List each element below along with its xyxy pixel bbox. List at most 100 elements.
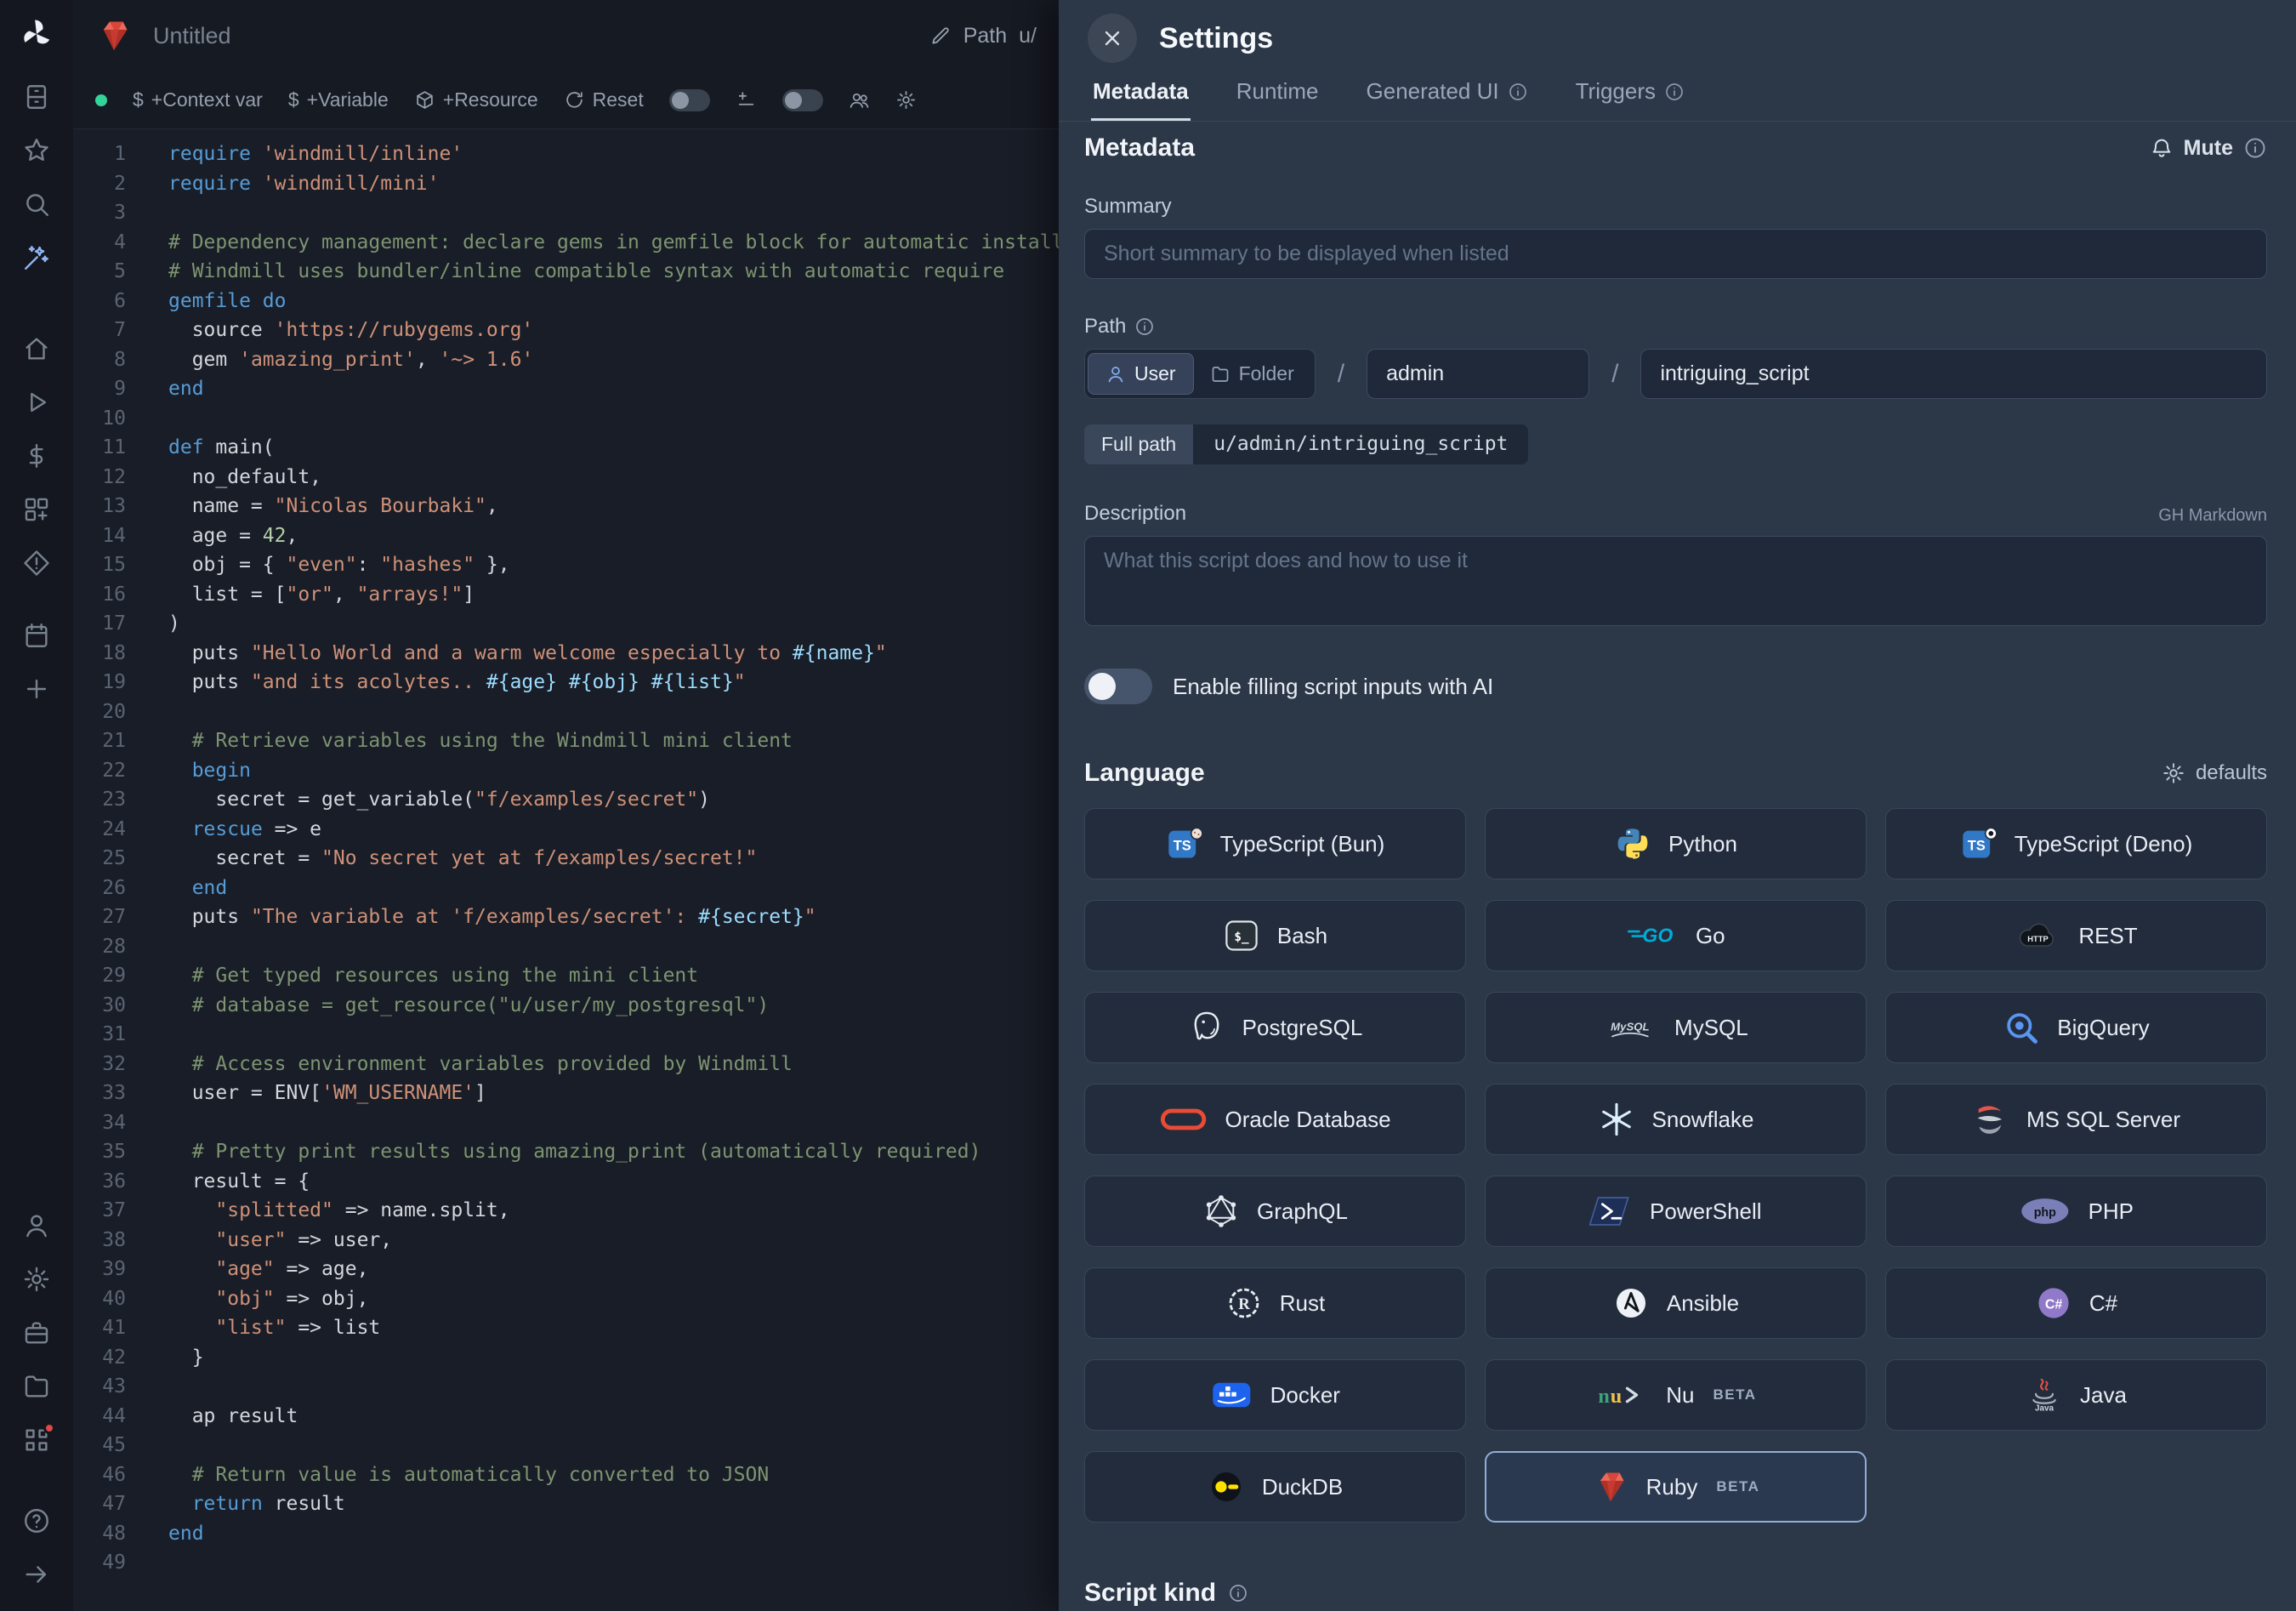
summary-label: Summary: [1084, 195, 2267, 219]
script-title-input[interactable]: [151, 22, 911, 50]
sidebar-item-play[interactable]: [12, 375, 61, 429]
line-number: 34: [73, 1108, 126, 1138]
code-line: 37 "splitted" => name.split,: [73, 1196, 1059, 1226]
owner-kind-user[interactable]: User: [1088, 354, 1193, 394]
path-owner-input[interactable]: [1367, 349, 1589, 399]
language-option-bigquery[interactable]: BigQuery: [1885, 992, 2267, 1063]
gear-icon: [22, 1265, 51, 1294]
path-name-input[interactable]: [1640, 349, 2267, 399]
code-line: 12 no_default,: [73, 463, 1059, 492]
sidebar-item-home[interactable]: [12, 322, 61, 375]
language-option-rust[interactable]: RRust: [1084, 1267, 1466, 1339]
diff-icon[interactable]: [736, 89, 757, 111]
mute-button[interactable]: Mute: [2150, 136, 2267, 161]
rust-icon: R: [1225, 1284, 1263, 1322]
editor-settings-icon[interactable]: [895, 89, 917, 111]
language-option-snowflake[interactable]: Snowflake: [1485, 1084, 1867, 1155]
sidebar-item-folder[interactable]: [12, 1359, 61, 1413]
reset-icon: [564, 89, 585, 111]
language-option-postgresql[interactable]: PostgreSQL: [1084, 992, 1466, 1063]
dollar-icon: $: [133, 88, 144, 111]
language-option-powershell[interactable]: PowerShell: [1485, 1176, 1867, 1247]
svg-text:TS: TS: [1967, 839, 1985, 854]
code-line: 23 secret = get_variable("f/examples/sec…: [73, 785, 1059, 815]
owner-kind-folder[interactable]: Folder: [1193, 354, 1311, 394]
language-option-go[interactable]: GOGo: [1485, 900, 1867, 971]
close-settings-button[interactable]: [1088, 14, 1137, 63]
language-option-typescript-deno[interactable]: TSTypeScript (Deno): [1885, 808, 2267, 880]
code-editor[interactable]: 1require 'windmill/inline'2require 'wind…: [73, 129, 1059, 1611]
ai-toggle[interactable]: [1084, 669, 1152, 704]
ruby-icon: [1592, 1468, 1629, 1506]
sidebar-item-briefcase[interactable]: [12, 1306, 61, 1359]
line-number: 44: [73, 1402, 126, 1432]
line-number: 15: [73, 550, 126, 580]
bun-icon: TS: [1166, 825, 1203, 862]
language-option-graphql[interactable]: GraphQL: [1084, 1176, 1466, 1247]
language-option-ms-sql-server[interactable]: MS SQL Server: [1885, 1084, 2267, 1155]
description-textarea[interactable]: [1084, 536, 2267, 626]
language-option-java[interactable]: JavaJava: [1885, 1359, 2267, 1431]
postgresql-icon: [1188, 1009, 1225, 1046]
language-option-nu[interactable]: nuNuBETA: [1485, 1359, 1867, 1431]
path-button[interactable]: Path: [963, 24, 1007, 48]
nu-icon: nu: [1594, 1376, 1649, 1414]
tab-generated-ui[interactable]: Generated UI: [1365, 70, 1530, 121]
sidebar-item-search[interactable]: [12, 177, 61, 231]
sidebar-item-cabinet[interactable]: [12, 70, 61, 123]
sidebar-item-star[interactable]: [12, 123, 61, 177]
tab-metadata[interactable]: Metadata: [1091, 70, 1191, 121]
sidebar-item-help[interactable]: [12, 1494, 61, 1547]
language-option-mysql[interactable]: MySQLMySQL: [1485, 992, 1867, 1063]
language-option-duckdb[interactable]: DuckDB: [1084, 1451, 1466, 1523]
add-resource-button[interactable]: +Resource: [414, 88, 538, 111]
code-line: 39 "age" => age,: [73, 1255, 1059, 1284]
line-number: 22: [73, 756, 126, 786]
language-option-rest[interactable]: HTTPREST: [1885, 900, 2267, 971]
ai-toggle-label: Enable filling script inputs with AI: [1173, 674, 1493, 700]
sidebar-item-arrow-right[interactable]: [12, 1547, 61, 1601]
sidebar-item-plus[interactable]: [12, 662, 61, 715]
path-row: User Folder / /: [1084, 349, 2267, 399]
description-label: Description: [1084, 502, 1186, 526]
sidebar-item-gear[interactable]: [12, 1252, 61, 1306]
blocks-icon: [22, 495, 51, 524]
language-option-docker[interactable]: Docker: [1084, 1359, 1466, 1431]
editor-toggle-2[interactable]: [782, 89, 823, 111]
sidebar-item-wand[interactable]: [12, 231, 61, 284]
tab-triggers[interactable]: Triggers: [1574, 70, 1686, 121]
info-icon: [1228, 1583, 1248, 1603]
line-number: 27: [73, 902, 126, 932]
arrow-right-icon: [22, 1560, 51, 1589]
tab-runtime[interactable]: Runtime: [1235, 70, 1321, 121]
language-option-typescript-bun[interactable]: TSTypeScript (Bun): [1084, 808, 1466, 880]
help-icon: [22, 1506, 51, 1535]
line-number: 41: [73, 1313, 126, 1343]
language-option-ansible[interactable]: Ansible: [1485, 1267, 1867, 1339]
language-option-php[interactable]: phpPHP: [1885, 1176, 2267, 1247]
sidebar-item-grid-menu[interactable]: [12, 1413, 61, 1466]
language-option-python[interactable]: Python: [1485, 808, 1867, 880]
summary-input[interactable]: [1084, 229, 2267, 279]
play-icon: [22, 388, 51, 417]
windmill-logo[interactable]: [14, 12, 59, 56]
sidebar-item-calendar[interactable]: [12, 608, 61, 662]
sidebar-item-alert-diamond[interactable]: [12, 536, 61, 589]
add-variable-button[interactable]: $ +Variable: [288, 88, 389, 111]
code-line: 1require 'windmill/inline': [73, 139, 1059, 169]
collaborators-icon[interactable]: [849, 89, 870, 111]
add-context-var-button[interactable]: $ +Context var: [133, 88, 263, 111]
language-option-c[interactable]: C#C#: [1885, 1267, 2267, 1339]
settings-header: Settings: [1059, 0, 2296, 66]
reset-button[interactable]: Reset: [564, 88, 644, 111]
language-option-bash[interactable]: $_Bash: [1084, 900, 1466, 971]
sidebar-item-dollar[interactable]: [12, 429, 61, 482]
code-line: 44 ap result: [73, 1402, 1059, 1432]
language-option-oracle-database[interactable]: Oracle Database: [1084, 1084, 1466, 1155]
language-option-ruby[interactable]: RubyBETA: [1485, 1451, 1867, 1523]
sidebar-item-blocks[interactable]: [12, 482, 61, 536]
status-dot: [95, 94, 107, 106]
sidebar-item-user[interactable]: [12, 1198, 61, 1252]
editor-toggle-1[interactable]: [669, 89, 710, 111]
defaults-button[interactable]: defaults: [2162, 761, 2267, 785]
